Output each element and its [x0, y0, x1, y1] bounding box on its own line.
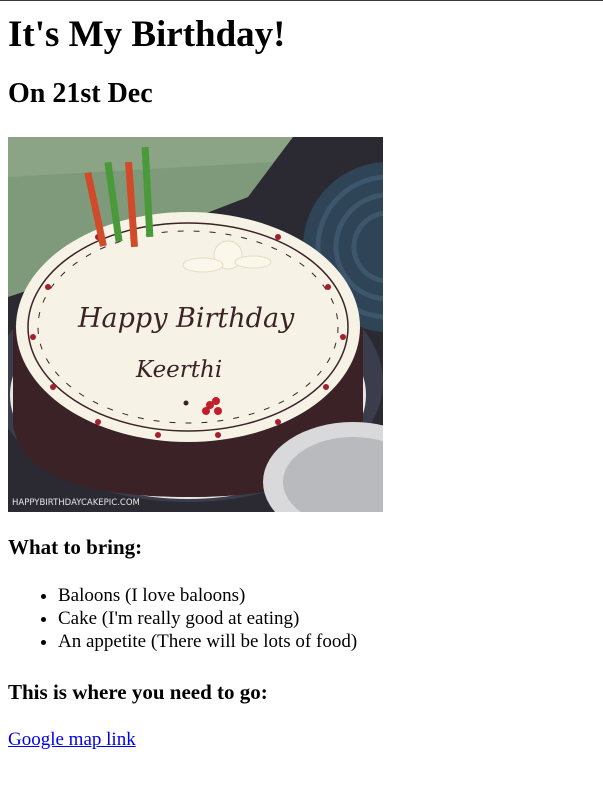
birthday-cake-image: Happy Birthday Keerthi HAPPYBIRTHDAYCAKE…	[8, 137, 383, 512]
cake-inscription-line1: Happy Birthday	[77, 303, 295, 334]
page: It's My Birthday! On 21st Dec Happy Birt…	[0, 0, 603, 789]
image-watermark: HAPPYBIRTHDAYCAKEPIC.COM	[12, 498, 140, 508]
bring-list: Baloons (I love baloons) Cake (I'm reall…	[8, 584, 595, 653]
list-item: Baloons (I love baloons)	[58, 584, 595, 607]
google-map-link[interactable]: Google map link	[8, 728, 136, 751]
page-title: It's My Birthday!	[8, 14, 286, 55]
list-item: An appetite (There will be lots of food)	[58, 630, 595, 653]
what-to-bring-heading: What to bring:	[8, 535, 143, 559]
party-date: On 21st Dec	[8, 78, 153, 109]
cake-inscription-line2: Keerthi	[135, 357, 222, 383]
where-to-go-heading: This is where you need to go:	[8, 680, 268, 704]
list-item: Cake (I'm really good at eating)	[58, 607, 595, 630]
